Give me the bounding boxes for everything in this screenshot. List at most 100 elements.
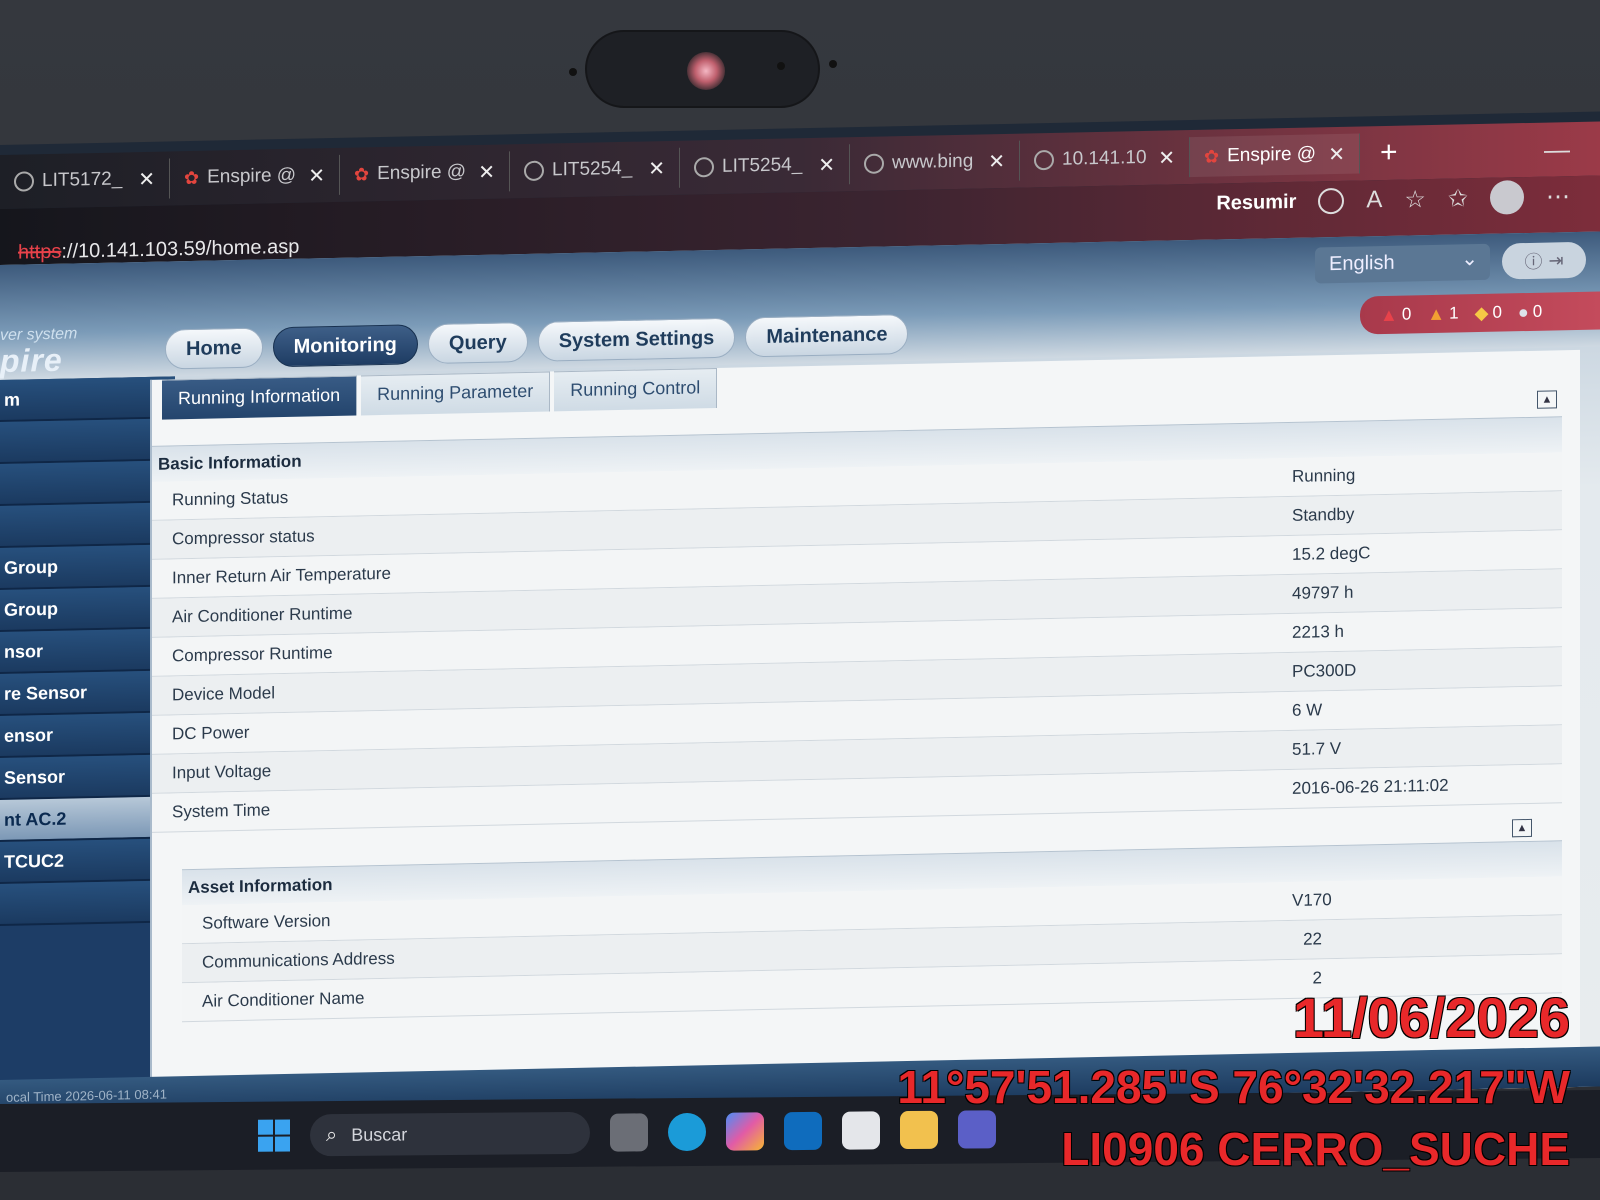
minor-alarm-icon: ◆ xyxy=(1474,302,1489,323)
edge-icon[interactable] xyxy=(668,1112,706,1152)
browser-tab[interactable]: 10.141.10 ✕ xyxy=(1020,137,1190,181)
bezel-dot xyxy=(829,60,837,68)
row-value: 49797 h xyxy=(1292,582,1354,603)
search-placeholder: Buscar xyxy=(351,1123,408,1145)
photo-coordinates-stamp: 11°57'51.285"S 76°32'32.217"W xyxy=(897,1061,1570,1113)
browser-tab[interactable]: www.bing ✕ xyxy=(850,140,1020,185)
taskbar-search[interactable]: ⌕ Buscar xyxy=(310,1111,590,1157)
new-tab-button[interactable]: + xyxy=(1360,135,1418,170)
close-icon[interactable]: ✕ xyxy=(1328,141,1345,166)
huawei-icon: ✿ xyxy=(1204,145,1220,167)
browser-tab-active[interactable]: ✿ Enspire @ ✕ xyxy=(1190,133,1360,178)
url-scheme: https xyxy=(18,240,62,264)
laptop-screen: LIT5172_ ✕ ✿ Enspire @ ✕ ✿ Enspire @ ✕ LIT525… xyxy=(0,111,1600,1120)
favorite-star-icon[interactable]: ☆ xyxy=(1404,185,1426,214)
major-alarm-icon: ▲ xyxy=(1427,303,1446,324)
outlook-icon[interactable] xyxy=(784,1111,822,1151)
alarm-critical[interactable]: ▲ 0 xyxy=(1380,304,1411,326)
nav-maintenance[interactable]: Maintenance xyxy=(745,313,909,358)
close-icon[interactable]: ✕ xyxy=(648,156,665,181)
close-icon[interactable]: ✕ xyxy=(138,166,155,191)
bezel-dot xyxy=(777,62,785,70)
sidebar-item[interactable]: Sensor xyxy=(0,754,175,800)
sidebar-item[interactable]: nsor xyxy=(0,628,175,674)
browser-tab[interactable]: ✿ Enspire @ ✕ xyxy=(170,154,340,199)
sidebar-item[interactable]: re Sensor xyxy=(0,670,175,716)
task-view-icon[interactable] xyxy=(610,1113,648,1152)
device-sidebar: m Group Group nsor re Sensor ensor Senso… xyxy=(0,376,175,1120)
more-menu-icon[interactable]: ⋯ xyxy=(1546,182,1570,212)
close-icon[interactable]: ✕ xyxy=(478,159,495,184)
resumir-button[interactable]: Resumir xyxy=(1216,190,1296,215)
row-value: PC300D xyxy=(1292,660,1357,681)
globe-icon xyxy=(14,171,34,192)
huawei-icon: ✿ xyxy=(354,163,370,185)
alarm-warning[interactable]: ● 0 xyxy=(1518,301,1542,323)
bezel-dot xyxy=(569,68,577,76)
photo-date-stamp: 11/06/2026 xyxy=(1292,986,1570,1049)
alarm-minor[interactable]: ◆ 0 xyxy=(1475,302,1502,324)
sidebar-item[interactable]: Group xyxy=(0,544,175,590)
nav-monitoring[interactable]: Monitoring xyxy=(272,324,418,368)
sidebar-item[interactable] xyxy=(0,880,175,926)
tab-running-control[interactable]: Running Control xyxy=(554,367,718,412)
language-select[interactable]: English xyxy=(1315,243,1490,284)
sidebar-item[interactable] xyxy=(0,460,175,506)
nav-query[interactable]: Query xyxy=(427,321,528,365)
row-value: 22 xyxy=(1303,929,1322,949)
row-value: Running xyxy=(1292,465,1356,486)
tab-running-information[interactable]: Running Information xyxy=(162,375,358,420)
row-value: 51.7 V xyxy=(1292,738,1342,759)
sidebar-item[interactable]: m xyxy=(0,376,175,422)
close-icon[interactable]: ✕ xyxy=(818,152,835,177)
sidebar-item[interactable] xyxy=(0,418,175,464)
sidebar-item[interactable]: Group xyxy=(0,586,175,632)
explorer-icon[interactable] xyxy=(900,1110,938,1150)
alarm-summary: ▲ 0 ▲ 1 ◆ 0 ● 0 xyxy=(1360,291,1600,335)
sub-tabs: Running Information Running Parameter Ru… xyxy=(162,367,718,420)
logout-icon[interactable]: ⇥ xyxy=(1548,250,1563,271)
profile-avatar[interactable] xyxy=(1490,180,1524,215)
row-value: 6 W xyxy=(1292,700,1323,720)
webcam-lens-icon xyxy=(687,52,725,90)
globe-icon xyxy=(694,157,714,178)
browser-toolbar: Resumir A ☆ ✩ ⋯ xyxy=(1216,176,1570,223)
teams-icon[interactable] xyxy=(958,1110,996,1149)
close-icon[interactable]: ✕ xyxy=(988,148,1005,173)
alarm-major[interactable]: ▲ 1 xyxy=(1427,303,1458,325)
basic-information-section: Basic Information Running Status Running … xyxy=(152,416,1562,833)
nav-home[interactable]: Home xyxy=(165,327,263,370)
minimize-icon[interactable]: — xyxy=(1544,133,1600,165)
browser-tab[interactable]: LIT5254_ ✕ xyxy=(680,144,850,188)
row-value: 2016-06-26 21:11:02 xyxy=(1292,775,1449,798)
nav-system-settings[interactable]: System Settings xyxy=(537,317,736,362)
tab-running-parameter[interactable]: Running Parameter xyxy=(361,371,551,416)
read-aloud-icon[interactable]: A xyxy=(1366,186,1382,214)
logo: pire xyxy=(0,341,63,379)
huawei-icon: ✿ xyxy=(184,167,200,188)
close-icon[interactable]: ✕ xyxy=(308,163,325,188)
collapse-asset-icon[interactable]: ▲ xyxy=(1512,818,1532,838)
zoom-icon[interactable] xyxy=(1318,187,1345,215)
collapse-basic-icon[interactable]: ▲ xyxy=(1537,390,1557,409)
copilot-icon[interactable] xyxy=(726,1112,764,1151)
sidebar-item[interactable] xyxy=(0,502,175,548)
sidebar-item-active[interactable]: nt AC.2 xyxy=(0,796,175,842)
close-icon[interactable]: ✕ xyxy=(1158,145,1175,170)
browser-tab[interactable]: LIT5254_ ✕ xyxy=(510,147,680,192)
webcam-housing xyxy=(569,30,837,108)
globe-icon xyxy=(524,160,544,182)
windows-start-icon[interactable] xyxy=(258,1119,290,1152)
search-icon: ⌕ xyxy=(326,1123,338,1146)
favorites-list-icon[interactable]: ✩ xyxy=(1448,184,1468,213)
store-icon[interactable] xyxy=(842,1111,880,1150)
sidebar-item[interactable]: TCUC2 xyxy=(0,838,175,884)
header-icon-group: ⓘ ⇥ xyxy=(1502,241,1586,280)
info-icon[interactable]: ⓘ xyxy=(1524,248,1542,274)
sidebar-item[interactable]: ensor xyxy=(0,712,175,758)
browser-tab[interactable]: LIT5172_ ✕ xyxy=(0,158,170,202)
browser-tab[interactable]: ✿ Enspire @ ✕ xyxy=(340,151,510,195)
warning-alarm-icon: ● xyxy=(1517,301,1529,322)
row-value: V170 xyxy=(1292,890,1332,910)
page-blocked-icon xyxy=(864,153,884,174)
